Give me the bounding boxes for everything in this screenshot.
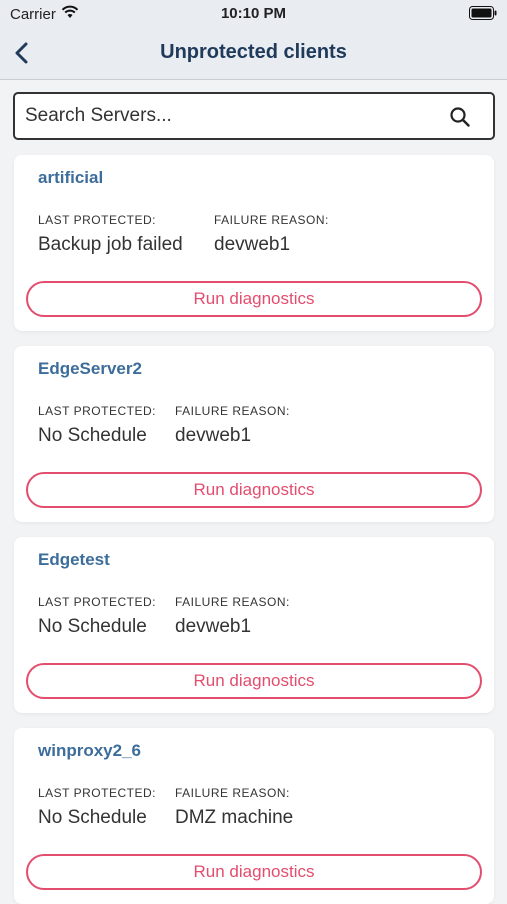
last-protected-label: LAST PROTECTED: [38,404,156,418]
failure-reason-value: devweb1 [175,425,252,446]
run-diagnostics-button[interactable]: Run diagnostics [26,472,482,508]
run-diagnostics-button[interactable]: Run diagnostics [26,663,482,699]
run-diagnostics-button[interactable]: Run diagnostics [26,854,482,890]
last-protected-label: LAST PROTECTED: [38,786,156,800]
battery-icon [469,6,497,24]
run-diagnostics-button[interactable]: Run diagnostics [26,281,482,317]
failure-reason-value: devweb1 [214,234,291,255]
navigation-bar: Unprotected clients [0,28,507,80]
last-protected-label: LAST PROTECTED: [38,595,156,609]
failure-reason-label: FAILURE REASON: [175,595,290,609]
client-card: artificial LAST PROTECTED: FAILURE REASO… [14,155,494,331]
search-input[interactable] [25,102,435,130]
client-name[interactable]: winproxy2_6 [38,741,141,761]
failure-reason-label: FAILURE REASON: [214,213,329,227]
last-protected-value: No Schedule [38,807,147,828]
last-protected-value: No Schedule [38,616,147,637]
status-time: 10:10 PM [220,5,287,22]
failure-reason-value: devweb1 [175,616,252,637]
client-card: Edgetest LAST PROTECTED: FAILURE REASON:… [14,537,494,713]
last-protected-label: LAST PROTECTED: [38,213,156,227]
failure-reason-label: FAILURE REASON: [175,786,290,800]
client-name[interactable]: artificial [38,168,103,188]
failure-reason-value: DMZ machine [175,807,294,828]
failure-reason-label: FAILURE REASON: [175,404,290,418]
last-protected-value: No Schedule [38,425,147,446]
client-card: winproxy2_6 LAST PROTECTED: FAILURE REAS… [14,728,494,904]
status-bar: Carrier 10:10 PM [0,0,507,28]
client-name[interactable]: EdgeServer2 [38,359,142,379]
last-protected-value: Backup job failed [38,234,183,255]
search-box [13,92,495,140]
page-title: Unprotected clients [160,41,347,63]
client-card: EdgeServer2 LAST PROTECTED: FAILURE REAS… [14,346,494,522]
client-name[interactable]: Edgetest [38,550,110,570]
search-icon[interactable] [449,106,471,128]
